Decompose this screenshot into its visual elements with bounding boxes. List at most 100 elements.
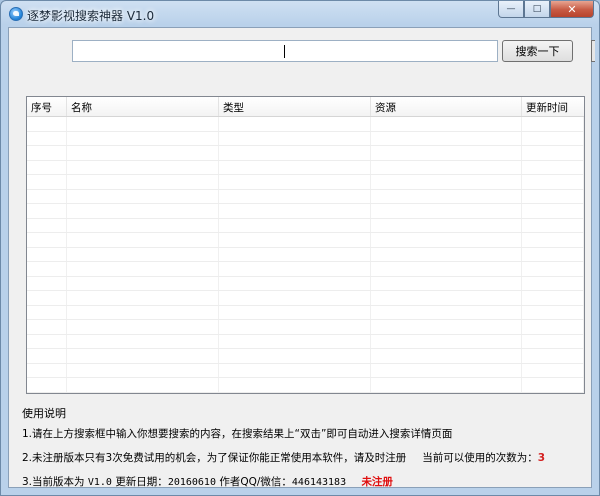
grid-cell	[522, 117, 584, 131]
empty-grid-row	[27, 363, 584, 378]
grid-cell	[67, 392, 219, 393]
grid-cell	[219, 291, 371, 305]
grid-cell	[371, 363, 522, 377]
grid-cell	[27, 117, 67, 131]
empty-grid-row	[27, 218, 584, 233]
grid-cell	[371, 189, 522, 203]
search-button[interactable]: 搜索一下	[502, 40, 573, 62]
client-area: 搜索一下 序号 名称 类型 资源 更新时间 使用说明 1.请在上方搜索框中输入你…	[8, 27, 595, 489]
grid-cell	[219, 378, 371, 392]
results-list[interactable]: 序号 名称 类型 资源 更新时间	[26, 96, 585, 394]
registration-status[interactable]: 未注册	[361, 476, 393, 488]
remaining-uses-label: 当前可以使用的次数为：	[422, 452, 538, 464]
clipped-button-edge[interactable]	[591, 40, 595, 62]
search-input[interactable]	[72, 40, 498, 62]
grid-cell	[371, 276, 522, 290]
empty-grid-row	[27, 131, 584, 146]
instructions-title: 使用说明	[22, 407, 66, 420]
grid-cell	[522, 160, 584, 174]
empty-grid-row	[27, 320, 584, 335]
grid-cell	[27, 131, 67, 145]
empty-grid-row	[27, 117, 584, 132]
grid-cell	[219, 305, 371, 319]
grid-cell	[219, 160, 371, 174]
grid-cell	[522, 189, 584, 203]
grid-cell	[522, 392, 584, 393]
grid-cell	[27, 262, 67, 276]
title-bar[interactable]: 逐梦影视搜索神器 V1.0 — □ ✕	[1, 1, 599, 27]
grid-cell	[371, 320, 522, 334]
grid-cell	[522, 291, 584, 305]
grid-cell	[219, 233, 371, 247]
grid-cell	[371, 117, 522, 131]
grid-cell	[67, 131, 219, 145]
grid-cell	[67, 247, 219, 261]
author-contact: 446143183	[291, 477, 347, 488]
column-header-type[interactable]: 类型	[219, 97, 371, 116]
grid-cell	[219, 363, 371, 377]
grid-cell	[27, 175, 67, 189]
grid-cell	[67, 175, 219, 189]
grid-cell	[67, 204, 219, 218]
grid-cell	[27, 247, 67, 261]
grid-cell	[67, 334, 219, 348]
grid-cell	[67, 363, 219, 377]
grid-cell	[371, 262, 522, 276]
grid-cell	[522, 175, 584, 189]
grid-cell	[371, 160, 522, 174]
update-date-label: 更新日期：	[115, 476, 168, 488]
grid-cell	[219, 320, 371, 334]
close-icon: ✕	[567, 2, 577, 16]
grid-cell	[522, 233, 584, 247]
grid-cell	[219, 175, 371, 189]
empty-grid-row	[27, 276, 584, 291]
grid-cell	[27, 160, 67, 174]
grid-cell	[27, 305, 67, 319]
author-label: 作者QQ/微信：	[219, 476, 292, 488]
grid-cell	[27, 334, 67, 348]
close-button[interactable]: ✕	[550, 1, 594, 18]
grid-cell	[522, 349, 584, 363]
empty-grid-row	[27, 262, 584, 277]
column-header-index[interactable]: 序号	[27, 97, 67, 116]
grid-cell	[219, 247, 371, 261]
column-header-resource[interactable]: 资源	[371, 97, 522, 116]
grid-cell	[371, 175, 522, 189]
empty-grid-row	[27, 305, 584, 320]
app-bird-icon	[9, 7, 23, 21]
version-number: V1.0	[87, 477, 112, 488]
grid-cell	[67, 378, 219, 392]
results-rows	[27, 117, 584, 393]
grid-cell	[27, 276, 67, 290]
grid-cell	[219, 218, 371, 232]
version-prefix: 3.当前版本为	[22, 476, 85, 488]
grid-cell	[371, 349, 522, 363]
search-button-label: 搜索一下	[515, 45, 560, 58]
grid-cell	[67, 160, 219, 174]
grid-cell	[67, 189, 219, 203]
empty-grid-row	[27, 189, 584, 204]
grid-cell	[27, 320, 67, 334]
maximize-button[interactable]: □	[524, 1, 550, 18]
grid-cell	[522, 305, 584, 319]
empty-grid-row	[27, 349, 584, 364]
empty-grid-row	[27, 334, 584, 349]
grid-cell	[371, 291, 522, 305]
grid-cell	[522, 320, 584, 334]
grid-cell	[219, 131, 371, 145]
grid-cell	[219, 392, 371, 393]
column-header-update-time[interactable]: 更新时间	[522, 97, 584, 116]
empty-grid-row	[27, 291, 584, 306]
grid-cell	[371, 233, 522, 247]
instruction-line-3: 3.当前版本为 V1.0 更新日期：20160610 作者QQ/微信：44614…	[22, 474, 393, 489]
grid-cell	[219, 146, 371, 160]
column-header-name[interactable]: 名称	[67, 97, 219, 116]
minimize-button[interactable]: —	[498, 1, 524, 18]
grid-cell	[27, 392, 67, 393]
grid-cell	[219, 276, 371, 290]
grid-cell	[522, 204, 584, 218]
grid-cell	[67, 262, 219, 276]
grid-cell	[67, 349, 219, 363]
window-title: 逐梦影视搜索神器 V1.0	[27, 9, 155, 23]
grid-cell	[371, 247, 522, 261]
